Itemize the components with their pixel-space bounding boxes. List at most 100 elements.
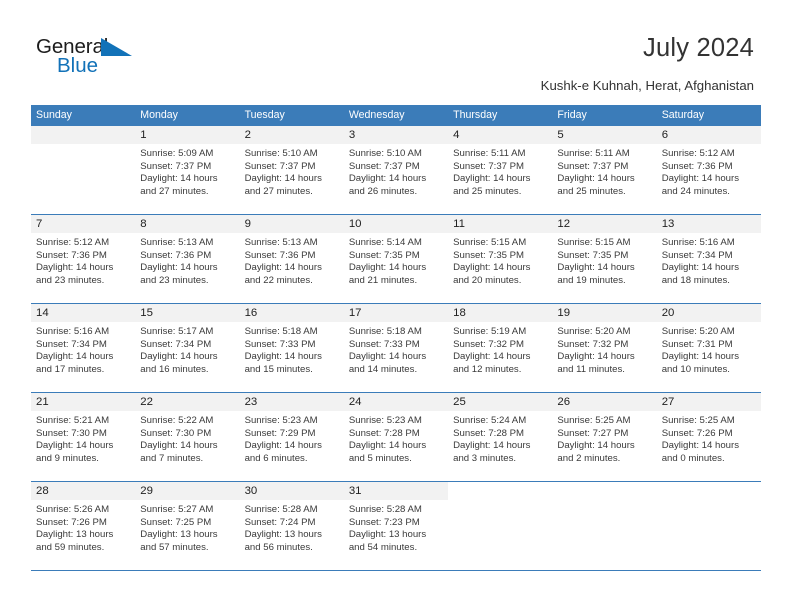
calendar-day-cell[interactable]: 9 Sunrise: 5:13 AM Sunset: 7:36 PM Daylight… — [239, 215, 344, 303]
sunset-text: Sunset: 7:30 PM — [36, 427, 107, 439]
day-number: 29 — [135, 482, 240, 500]
sunrise-text: Sunrise: 5:21 AM — [36, 415, 110, 426]
sunset-text: Sunset: 7:24 PM — [244, 516, 316, 528]
calendar-day-cell[interactable]: 30 Sunrise: 5:28 AM Sunset: 7:24 PM Dayligh… — [239, 482, 344, 570]
sunset-text: Sunset: 7:32 PM — [453, 338, 525, 350]
calendar-day-cell[interactable]: 3 Sunrise: 5:10 AM Sunset: 7:37 PM Daylight… — [343, 126, 449, 214]
sunrise-text: Sunrise: 5:24 AM — [453, 415, 527, 426]
sunset-text: Sunset: 7:36 PM — [36, 249, 107, 261]
calendar-day-cell[interactable]: 31 Sunrise: 5:28 AM Sunset: 7:23 PM Dayligh… — [343, 482, 449, 570]
day-number: 14 — [31, 304, 136, 322]
calendar-day-cell[interactable]: 19 Sunrise: 5:20 AM Sunset: 7:32 PM Dayligh… — [552, 304, 657, 392]
calendar-day-cell[interactable]: 7 Sunrise: 5:12 AM Sunset: 7:36 PM Daylight… — [31, 215, 136, 303]
sunrise-text: Sunrise: 5:28 AM — [244, 504, 318, 515]
calendar-day-cell[interactable]: 29 Sunrise: 5:27 AM Sunset: 7:25 PM Dayligh… — [135, 482, 240, 570]
day-sun-info: Sunrise: 5:12 AM Sunset: 7:36 PM Daylight:… — [657, 144, 761, 198]
daylight-text: Daylight: 14 hours and 25 minutes. — [557, 173, 635, 197]
sunset-text: Sunset: 7:34 PM — [36, 338, 107, 350]
calendar-week-row: 28 Sunrise: 5:26 AM Sunset: 7:26 PM Dayligh… — [31, 482, 761, 571]
sunset-text: Sunset: 7:34 PM — [140, 338, 212, 350]
day-sun-info: Sunrise: 5:28 AM Sunset: 7:24 PM Daylight:… — [240, 500, 344, 554]
sunrise-text: Sunrise: 5:20 AM — [661, 326, 735, 337]
daylight-text: Daylight: 13 hours and 56 minutes. — [244, 529, 322, 553]
daylight-text: Daylight: 14 hours and 16 minutes. — [140, 351, 218, 375]
daylight-text: Daylight: 14 hours and 24 minutes. — [661, 173, 740, 197]
weekday-header-wednesday: Wednesday — [348, 109, 405, 121]
calendar-day-cell[interactable]: 6 Sunrise: 5:12 AM Sunset: 7:36 PM Daylight… — [656, 126, 761, 214]
calendar-day-cell[interactable]: 24 Sunrise: 5:23 AM Sunset: 7:28 PM Dayligh… — [343, 393, 449, 481]
day-sun-info: Sunrise: 5:16 AM Sunset: 7:34 PM Daylight:… — [657, 233, 761, 287]
sunset-text: Sunset: 7:36 PM — [140, 249, 212, 261]
day-sun-info: Sunrise: 5:20 AM Sunset: 7:31 PM Daylight:… — [657, 322, 761, 376]
sunrise-text: Sunrise: 5:15 AM — [453, 237, 527, 248]
weekday-header-tuesday: Tuesday — [244, 109, 285, 121]
calendar-day-cell[interactable]: 22 Sunrise: 5:22 AM Sunset: 7:30 PM Dayligh… — [135, 393, 240, 481]
calendar-day-cell[interactable]: 17 Sunrise: 5:18 AM Sunset: 7:33 PM Dayligh… — [343, 304, 449, 392]
sunrise-text: Sunrise: 5:12 AM — [36, 237, 110, 248]
calendar-day-cell[interactable]: 26 Sunrise: 5:25 AM Sunset: 7:27 PM Dayligh… — [552, 393, 657, 481]
weekday-header-saturday: Saturday — [661, 109, 705, 121]
day-sun-info: Sunrise: 5:16 AM Sunset: 7:34 PM Daylight:… — [31, 322, 135, 376]
calendar-day-cell[interactable]: 16 Sunrise: 5:18 AM Sunset: 7:33 PM Dayligh… — [239, 304, 344, 392]
sunset-text: Sunset: 7:35 PM — [557, 249, 629, 261]
day-number — [448, 482, 552, 500]
calendar-day-cell[interactable]: 4 Sunrise: 5:11 AM Sunset: 7:37 PM Daylight… — [448, 126, 553, 214]
day-sun-info: Sunrise: 5:24 AM Sunset: 7:28 PM Daylight:… — [448, 411, 552, 465]
weekday-header-thursday: Thursday — [453, 109, 498, 121]
day-number: 9 — [239, 215, 344, 233]
calendar-day-cell[interactable]: 15 Sunrise: 5:17 AM Sunset: 7:34 PM Dayligh… — [135, 304, 240, 392]
day-number: 1 — [135, 126, 240, 144]
calendar-day-cell[interactable]: 23 Sunrise: 5:23 AM Sunset: 7:29 PM Dayligh… — [239, 393, 344, 481]
calendar-day-cell[interactable]: 1 Sunrise: 5:09 AM Sunset: 7:37 PM Daylight… — [135, 126, 240, 214]
weekday-header-row: Sunday Monday Tuesday Wednesday Thursday… — [31, 105, 761, 126]
calendar-day-cell[interactable]: 28 Sunrise: 5:26 AM Sunset: 7:26 PM Dayligh… — [31, 482, 136, 570]
day-sun-info: Sunrise: 5:18 AM Sunset: 7:33 PM Daylight:… — [240, 322, 344, 376]
calendar-day-cell-empty — [552, 482, 656, 570]
calendar-day-cell[interactable]: 20 Sunrise: 5:20 AM Sunset: 7:31 PM Dayligh… — [656, 304, 761, 392]
calendar-day-cell[interactable]: 14 Sunrise: 5:16 AM Sunset: 7:34 PM Dayligh… — [31, 304, 136, 392]
day-sun-info: Sunrise: 5:23 AM Sunset: 7:28 PM Daylight:… — [344, 411, 448, 465]
day-sun-info: Sunrise: 5:20 AM Sunset: 7:32 PM Daylight:… — [552, 322, 656, 376]
sunset-text: Sunset: 7:37 PM — [453, 160, 525, 172]
sunrise-text: Sunrise: 5:28 AM — [348, 504, 422, 515]
daylight-text: Daylight: 14 hours and 15 minutes. — [244, 351, 322, 375]
calendar-day-cell[interactable]: 27 Sunrise: 5:25 AM Sunset: 7:26 PM Dayligh… — [656, 393, 761, 481]
day-sun-info: Sunrise: 5:28 AM Sunset: 7:23 PM Daylight:… — [344, 500, 448, 554]
calendar-day-cell[interactable]: 2 Sunrise: 5:10 AM Sunset: 7:37 PM Daylight… — [239, 126, 344, 214]
calendar-day-cell[interactable]: 8 Sunrise: 5:13 AM Sunset: 7:36 PM Daylight… — [135, 215, 240, 303]
daylight-text: Daylight: 14 hours and 12 minutes. — [453, 351, 531, 375]
day-number: 19 — [552, 304, 657, 322]
calendar-day-cell-empty — [448, 482, 552, 570]
calendar-day-cell[interactable]: 21 Sunrise: 5:21 AM Sunset: 7:30 PM Dayligh… — [31, 393, 136, 481]
daylight-text: Daylight: 14 hours and 26 minutes. — [348, 173, 427, 197]
weekday-header-monday: Monday — [140, 109, 178, 121]
day-sun-info: Sunrise: 5:21 AM Sunset: 7:30 PM Daylight:… — [31, 411, 135, 465]
calendar-day-cell[interactable]: 13 Sunrise: 5:16 AM Sunset: 7:34 PM Dayligh… — [656, 215, 761, 303]
calendar-day-cell[interactable]: 25 Sunrise: 5:24 AM Sunset: 7:28 PM Dayligh… — [448, 393, 553, 481]
daylight-text: Daylight: 14 hours and 27 minutes. — [244, 173, 322, 197]
sunrise-text: Sunrise: 5:13 AM — [244, 237, 318, 248]
daylight-text: Daylight: 14 hours and 11 minutes. — [557, 351, 635, 375]
calendar-day-cell[interactable]: 18 Sunrise: 5:19 AM Sunset: 7:32 PM Dayligh… — [448, 304, 553, 392]
calendar-day-cell[interactable]: 5 Sunrise: 5:11 AM Sunset: 7:37 PM Daylight… — [552, 126, 657, 214]
sunset-text: Sunset: 7:37 PM — [557, 160, 629, 172]
sunrise-text: Sunrise: 5:25 AM — [557, 415, 631, 426]
page-title: July 2024 — [643, 34, 754, 62]
day-number: 31 — [343, 482, 449, 500]
day-number: 24 — [343, 393, 449, 411]
sunrise-text: Sunrise: 5:18 AM — [244, 326, 318, 337]
day-number: 10 — [343, 215, 449, 233]
day-number: 18 — [448, 304, 553, 322]
calendar-day-cell[interactable]: 11 Sunrise: 5:15 AM Sunset: 7:35 PM Dayligh… — [448, 215, 553, 303]
sunset-text: Sunset: 7:28 PM — [348, 427, 420, 439]
day-sun-info: Sunrise: 5:25 AM Sunset: 7:26 PM Daylight:… — [657, 411, 761, 465]
sunrise-text: Sunrise: 5:18 AM — [348, 326, 422, 337]
sunrise-text: Sunrise: 5:10 AM — [244, 148, 318, 159]
daylight-text: Daylight: 14 hours and 19 minutes. — [557, 262, 635, 286]
calendar-day-cell[interactable]: 10 Sunrise: 5:14 AM Sunset: 7:35 PM Dayligh… — [343, 215, 449, 303]
sunrise-text: Sunrise: 5:14 AM — [348, 237, 422, 248]
day-sun-info: Sunrise: 5:15 AM Sunset: 7:35 PM Daylight:… — [552, 233, 656, 287]
daylight-text: Daylight: 14 hours and 27 minutes. — [140, 173, 218, 197]
calendar-day-cell[interactable]: 12 Sunrise: 5:15 AM Sunset: 7:35 PM Dayligh… — [552, 215, 657, 303]
day-sun-info: Sunrise: 5:11 AM Sunset: 7:37 PM Daylight:… — [552, 144, 656, 198]
